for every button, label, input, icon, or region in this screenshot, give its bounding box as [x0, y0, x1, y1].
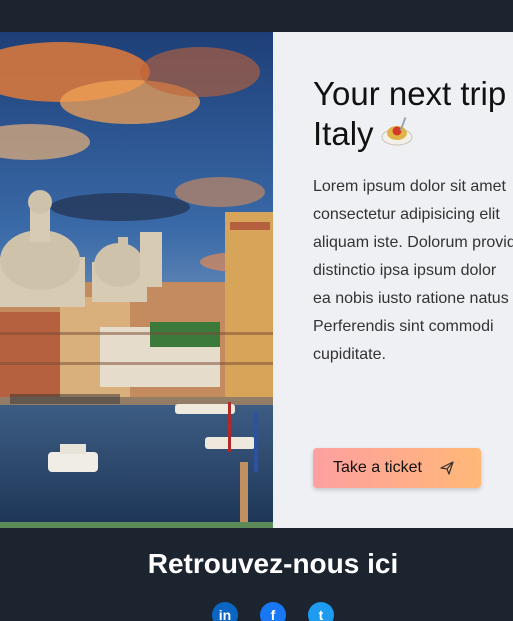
paper-plane-icon: [440, 461, 454, 475]
description-line: consectetur adipisicing elit: [313, 206, 500, 223]
description-line: aliquam iste. Dolorum provident: [313, 234, 513, 251]
take-ticket-button[interactable]: Take a ticket: [313, 448, 481, 488]
venice-illustration: [0, 32, 273, 528]
title-line-2: Italy: [313, 114, 513, 154]
take-ticket-label: Take a ticket: [333, 459, 422, 476]
twitter-icon[interactable]: t: [308, 602, 334, 621]
description-line: Perferendis sint commodi: [313, 318, 494, 335]
description-line: distinctio ipsa ipsum dolor: [313, 262, 497, 279]
description-line: Lorem ipsum dolor sit amet: [313, 178, 506, 195]
trip-description: Lorem ipsum dolor sit amet consectetur a…: [313, 173, 513, 369]
title-line-1: Your next trip: [313, 75, 507, 112]
hero-section: Your next trip Italy Lorem ipsum dolor s…: [0, 32, 513, 528]
footer-title: Retrouvez-nous ici: [147, 548, 399, 579]
social-links: in f t: [212, 602, 334, 621]
facebook-icon[interactable]: f: [260, 602, 286, 621]
linkedin-icon[interactable]: in: [212, 602, 238, 621]
description-line: cupiditate.: [313, 346, 386, 363]
page-title: Your next trip Italy: [313, 74, 513, 154]
venice-photo: [0, 32, 273, 528]
trip-panel: Your next trip Italy Lorem ipsum dolor s…: [273, 32, 513, 528]
description-line: ea nobis iusto ratione natus: [313, 290, 509, 307]
title-country: Italy: [313, 115, 374, 152]
spaghetti-emoji-icon: [381, 117, 413, 146]
